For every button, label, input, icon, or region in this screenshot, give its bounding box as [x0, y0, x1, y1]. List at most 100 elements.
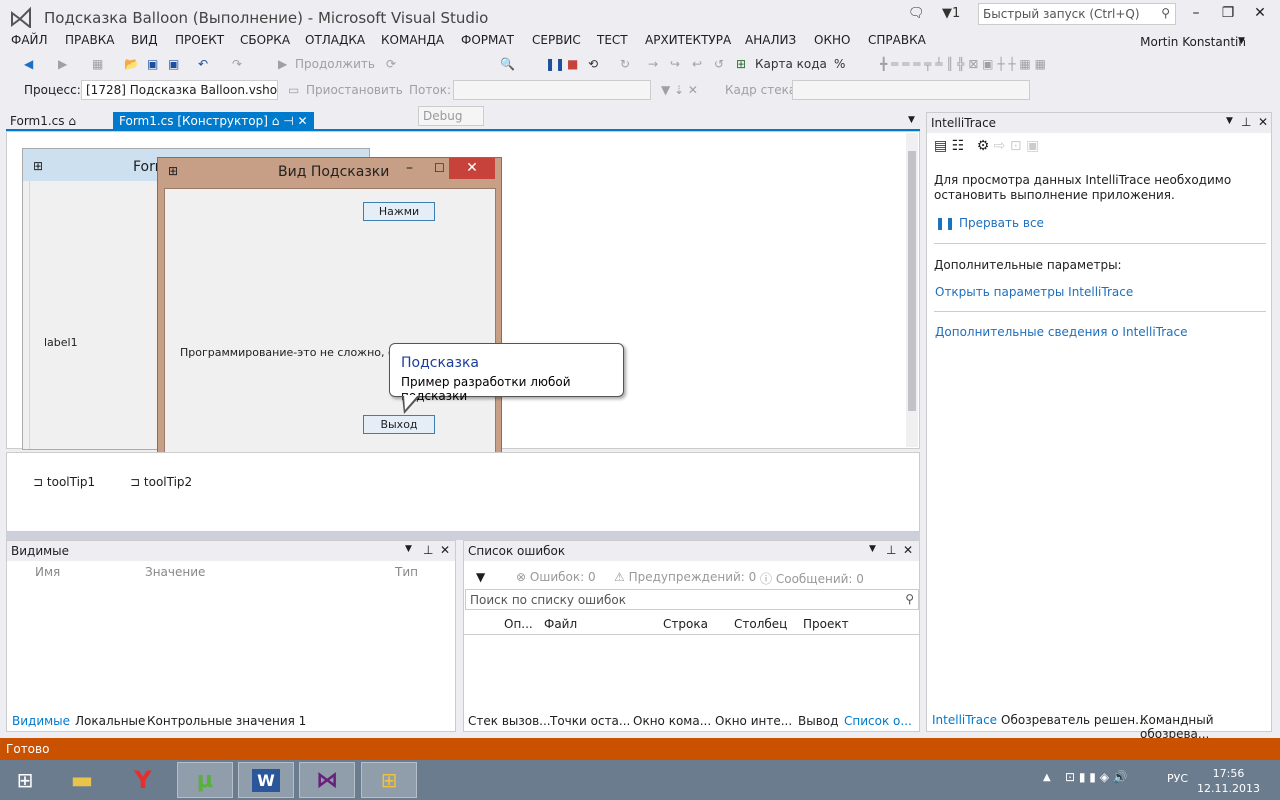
filter-icons[interactable]: ▼ ⇣ ✕	[661, 83, 698, 97]
press-button[interactable]: Нажми	[363, 202, 435, 221]
filter-icon[interactable]: ▼	[476, 570, 485, 584]
show-next-statement-icon[interactable]: ↻	[620, 57, 630, 71]
close-panel-icon[interactable]: ✕	[440, 543, 450, 557]
running-close-button[interactable]: ✕	[449, 158, 495, 179]
restart-icon[interactable]: ⟲	[588, 57, 598, 71]
menu-window[interactable]: ОКНО	[814, 33, 850, 47]
menu-architecture[interactable]: АРХИТЕКТУРА	[645, 33, 731, 47]
comment-icon[interactable]: %	[834, 57, 845, 71]
step-back-icon[interactable]: ↺	[714, 57, 724, 71]
designer-label1[interactable]: label1	[44, 336, 78, 349]
step-out-icon[interactable]: ↩	[692, 57, 702, 71]
warnings-filter[interactable]: ⚠ Предупреждений: 0	[614, 570, 756, 584]
utorrent-taskbar-icon[interactable]: μ	[177, 762, 233, 798]
quick-launch-input[interactable]: Быстрый запуск (Ctrl+Q) ⚲	[978, 3, 1176, 25]
minimize-button[interactable]: –	[1182, 5, 1210, 23]
error-search-input[interactable]: Поиск по списку ошибок ⚲	[465, 589, 919, 610]
tab-intellitrace[interactable]: IntelliTrace	[932, 713, 997, 727]
menu-help[interactable]: СПРАВКА	[868, 33, 926, 47]
menu-tools[interactable]: СЕРВИС	[532, 33, 581, 47]
open-file-icon[interactable]: 📂	[124, 57, 139, 71]
settings-gear-icon[interactable]: ⚙	[977, 138, 990, 154]
code-map-button[interactable]: Карта кода	[755, 57, 827, 71]
suspend-button[interactable]: Приостановить	[306, 83, 403, 97]
messages-filter[interactable]: ⓘ Сообщений: 0	[760, 570, 864, 587]
stop-icon[interactable]: ■	[567, 57, 578, 71]
code-map-icon[interactable]: ⊞	[736, 57, 746, 71]
forward-icon[interactable]: ▶	[58, 57, 67, 71]
explorer-taskbar-icon[interactable]: ▬	[54, 762, 110, 798]
tab-list-chevron-icon[interactable]: ▼	[904, 114, 919, 126]
pin-icon[interactable]: ⊥	[886, 543, 896, 557]
menu-edit[interactable]: ПРАВКА	[65, 33, 114, 47]
save-all-icon[interactable]: ▣	[168, 57, 179, 71]
tooltip2-component[interactable]: ⊐ toolTip2	[130, 475, 192, 489]
col-file[interactable]: Файл	[544, 617, 577, 631]
word-taskbar-icon[interactable]: W	[238, 762, 294, 798]
continue-button[interactable]: Продолжить	[295, 57, 375, 71]
col-value[interactable]: Значение	[145, 565, 205, 579]
menu-build[interactable]: СБОРКА	[240, 33, 290, 47]
continue-icon[interactable]: ▶	[278, 57, 287, 71]
col-name[interactable]: Имя	[35, 565, 60, 579]
panel-menu-icon[interactable]: ▼	[869, 544, 876, 554]
splitter[interactable]	[6, 532, 920, 540]
undo-icon[interactable]: ↶	[198, 57, 208, 71]
step-over-icon[interactable]: ↪	[670, 57, 680, 71]
start-button[interactable]: ⊞	[0, 762, 50, 798]
yandex-browser-taskbar-icon[interactable]: Y	[115, 762, 171, 798]
feedback-icon[interactable]: 🗨	[908, 6, 925, 21]
tray-icons[interactable]: ⊡ ▮ ▮ ◈ 🔊	[1065, 770, 1128, 784]
pin-icon[interactable]: ⊥	[1241, 115, 1251, 129]
tab-form1-cs[interactable]: Form1.cs ⌂	[6, 113, 80, 129]
menu-file[interactable]: ФАЙЛ	[11, 33, 48, 47]
col-type[interactable]: Тип	[395, 565, 418, 579]
close-panel-icon[interactable]: ✕	[1258, 115, 1268, 129]
tab-output[interactable]: Вывод	[798, 714, 838, 728]
close-panel-icon[interactable]: ✕	[903, 543, 913, 557]
tooltip1-component[interactable]: ⊐ toolTip1	[33, 475, 95, 489]
menu-project[interactable]: ПРОЕКТ	[175, 33, 224, 47]
thread-select[interactable]	[453, 80, 651, 100]
menu-debug[interactable]: ОТЛАДКА	[305, 33, 365, 47]
refresh-icon[interactable]: ⟳	[386, 57, 396, 71]
step-into-icon[interactable]: →	[648, 57, 658, 71]
user-name[interactable]: Mortin Konstantin	[1140, 35, 1246, 49]
panel-menu-icon[interactable]: ▼	[405, 544, 412, 554]
menu-format[interactable]: ФОРМАТ	[461, 33, 514, 47]
new-project-icon[interactable]: ▦	[92, 57, 103, 71]
clock[interactable]: 17:56 12.11.2013	[1197, 766, 1260, 796]
export-icon[interactable]: ⊡	[1010, 138, 1022, 154]
find-icon[interactable]: 🔍	[500, 57, 515, 71]
more-info-link[interactable]: Дополнительные сведения о IntelliTrace	[935, 325, 1188, 339]
running-app-taskbar-icon[interactable]: ⊞	[361, 762, 417, 798]
break-all-link[interactable]: ❚❚ Прервать все	[935, 216, 1044, 230]
menu-test[interactable]: ТЕСТ	[597, 33, 628, 47]
tab-team-explorer[interactable]: Командный обозрева...	[1140, 713, 1272, 741]
component-tray[interactable]: ⊐ toolTip1 ⊐ toolTip2	[6, 452, 920, 532]
tab-form1-designer[interactable]: Form1.cs [Конструктор] ⌂ ⊣ ✕	[113, 112, 314, 131]
tab-immediate-window[interactable]: Окно инте...	[715, 714, 792, 728]
pause-icon[interactable]: ❚❚	[545, 57, 565, 71]
tab-breakpoints[interactable]: Точки оста...	[550, 714, 630, 728]
layout-icons[interactable]: ╋ ═ ═ ═ ╤ ╧ ║ ╬ ⊠ ▣ ┼ ┼ ▦ ▦	[880, 57, 1046, 71]
panel-menu-icon[interactable]: ▼	[1226, 116, 1233, 126]
col-project[interactable]: Проект	[803, 617, 849, 631]
user-chevron-down-icon[interactable]: ▼	[1238, 36, 1245, 46]
running-maximize-button[interactable]: ☐	[434, 161, 445, 175]
running-form-window[interactable]: ⊞ Вид Подсказки – ☐ ✕ Нажми Программиров…	[157, 157, 502, 465]
open-settings-link[interactable]: Открыть параметры IntelliTrace	[935, 285, 1133, 299]
tree-view-icon[interactable]: ☷	[952, 138, 965, 154]
language-indicator[interactable]: РУС	[1167, 772, 1188, 785]
tab-command-window[interactable]: Окно кома...	[633, 714, 711, 728]
save-icon[interactable]: ▣	[1026, 138, 1039, 154]
back-icon[interactable]: ◀	[24, 57, 33, 71]
save-icon[interactable]: ▣	[147, 57, 158, 71]
close-button[interactable]: ✕	[1246, 5, 1274, 23]
show-hidden-icons[interactable]: ▲	[1043, 772, 1051, 783]
tab-watch[interactable]: Контрольные значения 1	[147, 714, 306, 728]
stack-frame-select[interactable]	[792, 80, 1030, 100]
tab-solution-explorer[interactable]: Обозреватель решен...	[1001, 713, 1147, 727]
list-view-icon[interactable]: ▤	[934, 138, 947, 154]
tab-autos[interactable]: Видимые	[12, 714, 70, 728]
